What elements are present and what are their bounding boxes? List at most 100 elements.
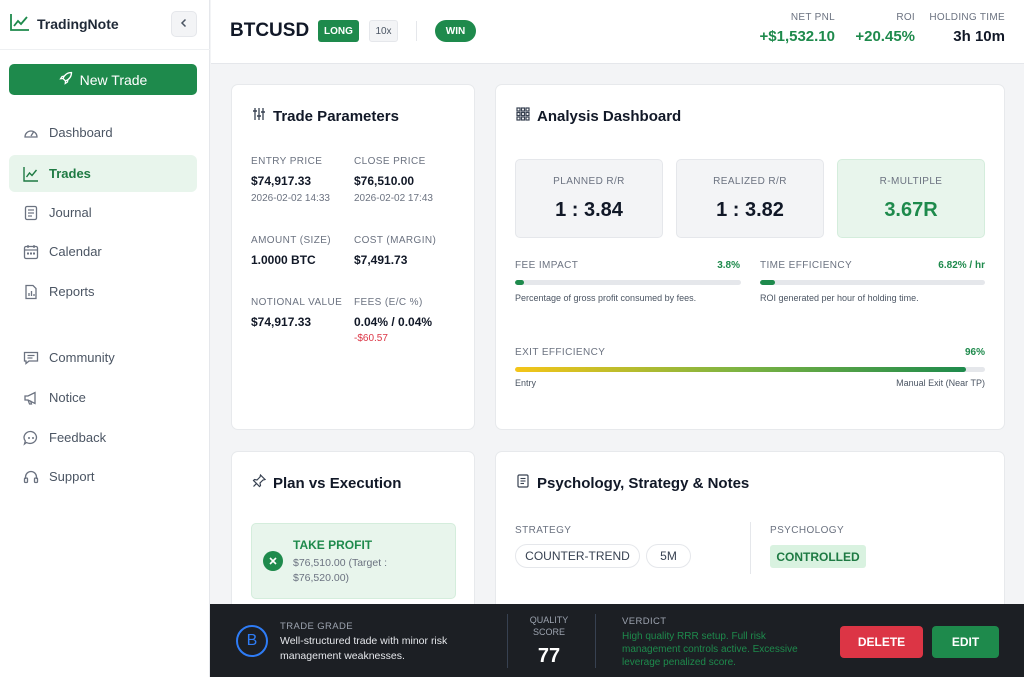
result-badge: WIN <box>435 20 476 42</box>
card-title: Plan vs Execution <box>252 473 402 492</box>
exit-efficiency-label: EXIT EFFICIENCY <box>515 347 606 358</box>
new-trade-button[interactable]: New Trade <box>9 64 197 95</box>
card-title: Trade Parameters <box>252 107 399 125</box>
edit-button[interactable]: EDIT <box>932 626 999 658</box>
chart-line-icon <box>10 13 30 36</box>
grade-badge: B <box>236 625 268 657</box>
net-pnl-value: +$1,532.10 <box>759 28 836 45</box>
new-trade-label: New Trade <box>79 71 148 88</box>
roi-value: +20.45% <box>855 28 915 45</box>
roi-label: ROI <box>896 12 915 23</box>
fees-value: 0.04% / 0.04% <box>354 315 433 329</box>
card-title-text: Psychology, Strategy & Notes <box>537 474 750 492</box>
realized-rr-value: 1 : 3.82 <box>716 199 784 221</box>
trade-grade-bar: B TRADE GRADE Well-structured trade with… <box>210 604 1024 677</box>
delete-button[interactable]: DELETE <box>840 626 923 658</box>
exit-efficiency-bar <box>515 367 985 372</box>
fees-label: FEES (E/C %) <box>354 297 423 308</box>
r-multiple-box: R-MULTIPLE 3.67R <box>837 159 985 238</box>
time-efficiency-label: TIME EFFICIENCY <box>760 260 853 271</box>
amount-value: 1.0000 BTC <box>251 253 316 267</box>
sidebar-item-feedback[interactable]: Feedback <box>9 419 197 456</box>
collapse-sidebar-button[interactable] <box>171 11 197 37</box>
fee-impact-fill <box>515 280 524 285</box>
exit-efficiency-value: 96% <box>964 347 985 358</box>
trade-header: BTCUSD LONG 10x WIN NET PNL +$1,532.10 R… <box>211 0 1024 64</box>
card-title: Analysis Dashboard <box>516 107 681 125</box>
sidebar-item-label: Community <box>49 350 115 365</box>
take-profit-status: TAKE PROFIT <box>293 538 373 552</box>
exit-left-label: Entry <box>515 378 537 388</box>
chat-icon <box>22 349 40 367</box>
close-price-value: $76,510.00 <box>354 174 415 188</box>
entry-price-label: ENTRY PRICE <box>251 156 323 167</box>
close-time: 2026-02-02 17:43 <box>354 193 433 204</box>
roi-stat: ROI +20.45% <box>855 12 915 45</box>
time-efficiency-fill <box>760 280 776 285</box>
card-title-text: Analysis Dashboard <box>537 107 682 125</box>
sidebar-item-notice[interactable]: Notice <box>9 379 197 416</box>
trade-parameters-card: Trade Parameters ENTRY PRICE $74,917.33 … <box>231 84 475 430</box>
amount-label: AMOUNT (SIZE) <box>251 235 332 246</box>
notional-value: $74,917.33 <box>251 315 312 329</box>
sidebar-item-support[interactable]: Support <box>9 458 197 495</box>
quality-score-label: QUALITY SCORE <box>529 615 569 637</box>
sidebar-item-label: Reports <box>49 284 95 299</box>
card-title-text: Trade Parameters <box>273 107 399 125</box>
bottom-divider <box>595 614 596 668</box>
sidebar-item-journal[interactable]: Journal <box>9 194 197 231</box>
sidebar-item-trades[interactable]: Trades <box>9 155 197 192</box>
net-pnl-stat: NET PNL +$1,532.10 <box>760 12 836 45</box>
bottom-divider <box>507 614 508 668</box>
time-efficiency-value: 6.82% / hr <box>938 260 985 271</box>
notes-icon <box>516 474 530 492</box>
sidebar-divider <box>0 49 210 50</box>
cost-label: COST (MARGIN) <box>354 235 437 246</box>
sidebar-item-community[interactable]: Community <box>9 339 197 376</box>
sidebar: TradingNote New Trade Dashboard Trades J… <box>0 0 210 677</box>
fee-impact-desc: Percentage of gross profit consumed by f… <box>515 293 697 303</box>
strategy-tag[interactable]: COUNTER-TREND <box>515 544 640 568</box>
time-efficiency-bar <box>760 280 985 285</box>
sidebar-item-dashboard[interactable]: Dashboard <box>9 114 197 151</box>
sidebar-item-reports[interactable]: Reports <box>9 273 197 310</box>
sidebar-item-label: Feedback <box>49 430 107 445</box>
take-profit-box: TAKE PROFIT $76,510.00 (Target : $76,520… <box>251 523 456 599</box>
realized-rr-box: REALIZED R/R 1 : 3.82 <box>676 159 824 238</box>
time-efficiency-desc: ROI generated per hour of holding time. <box>760 293 919 303</box>
sidebar-item-label: Dashboard <box>49 125 113 140</box>
notional-label: NOTIONAL VALUE <box>251 297 343 308</box>
report-icon <box>22 283 40 301</box>
chevron-left-icon <box>179 15 189 33</box>
strategy-tag[interactable]: 5M <box>646 544 691 568</box>
holding-time-stat: HOLDING TIME 3h 10m <box>929 12 1005 45</box>
sidebar-item-label: Calendar <box>49 244 102 259</box>
sidebar-item-label: Support <box>49 469 95 484</box>
psychology-tag[interactable]: CONTROLLED <box>770 545 866 568</box>
brand[interactable]: TradingNote <box>10 12 119 36</box>
card-title-text: Plan vs Execution <box>273 474 402 492</box>
planned-rr-label: PLANNED R/R <box>553 176 625 187</box>
fee-impact-value: 3.8% <box>717 260 740 271</box>
holding-time-value: 3h 10m <box>953 28 1005 45</box>
planned-rr-box: PLANNED R/R 1 : 3.84 <box>515 159 663 238</box>
trade-symbol: BTCUSD <box>230 20 310 41</box>
sliders-icon <box>252 107 266 125</box>
realized-rr-label: REALIZED R/R <box>713 176 787 187</box>
exit-efficiency-fill <box>515 367 967 372</box>
sidebar-item-label: Trades <box>49 166 91 181</box>
strategy-label: STRATEGY <box>515 525 572 536</box>
sidebar-item-label: Notice <box>49 390 86 405</box>
journal-icon <box>22 204 40 222</box>
sidebar-item-calendar[interactable]: Calendar <box>9 233 197 270</box>
entry-price-value: $74,917.33 <box>251 174 312 188</box>
pin-icon <box>252 473 267 492</box>
verdict-label: VERDICT <box>622 616 667 627</box>
fees-amount: -$60.57 <box>354 333 388 344</box>
sidebar-item-label: Journal <box>49 205 92 220</box>
fee-impact-bar <box>515 280 741 285</box>
header-divider <box>416 21 417 41</box>
headset-icon <box>22 468 40 486</box>
leverage-badge: 10x <box>369 20 398 42</box>
planned-rr-value: 1 : 3.84 <box>555 199 623 221</box>
